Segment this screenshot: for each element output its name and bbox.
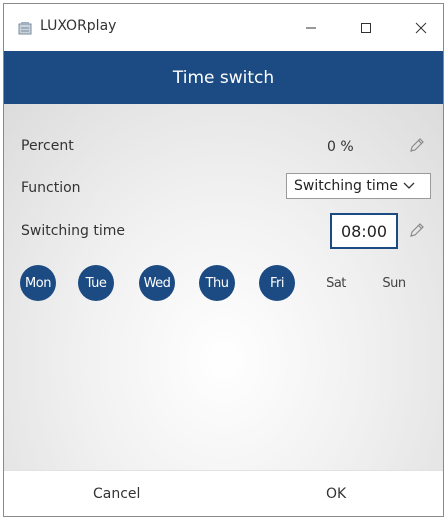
day-toggle-thu[interactable]: Thu <box>199 265 235 301</box>
day-label: Sun <box>382 275 406 291</box>
percent-label: Percent <box>21 138 74 154</box>
switching-time-field[interactable]: 08:00 <box>330 213 398 249</box>
switching-time-label: Switching time <box>21 223 126 239</box>
app-icon <box>18 20 32 35</box>
day-toggle-fri[interactable]: Fri <box>259 265 295 301</box>
function-select[interactable]: Switching time <box>286 173 431 199</box>
minimize-icon <box>306 27 316 28</box>
day-toggle-wed[interactable]: Wed <box>139 265 175 301</box>
day-toggle-tue[interactable]: Tue <box>78 265 114 301</box>
maximize-icon <box>361 22 371 33</box>
edit-percent-button[interactable] <box>408 136 426 154</box>
close-button[interactable] <box>399 4 443 51</box>
settings-panel: Percent 0 % Function Switching time Swit… <box>4 104 443 470</box>
minimize-button[interactable] <box>289 4 333 51</box>
day-label: Mon <box>25 275 51 291</box>
page-title: Time switch <box>172 67 275 88</box>
day-toggle-mon[interactable]: Mon <box>20 265 56 301</box>
chevron-down-icon <box>403 182 415 189</box>
day-label: Fri <box>270 275 285 291</box>
window-title: LUXORplay <box>40 18 117 34</box>
day-label: Tue <box>85 275 107 291</box>
title-bar: LUXORplay <box>4 4 443 51</box>
pencil-icon <box>410 138 424 152</box>
switching-time-value: 08:00 <box>340 221 388 241</box>
dialog-footer: Cancel OK <box>4 470 443 516</box>
pencil-icon <box>410 223 424 237</box>
day-label: Thu <box>205 275 229 291</box>
day-label: Sat <box>326 275 346 291</box>
ok-button[interactable]: OK <box>326 486 346 502</box>
close-icon <box>415 22 427 33</box>
day-toggle-sun[interactable]: Sun <box>376 265 412 301</box>
function-label: Function <box>21 180 81 196</box>
app-window: LUXORplay Time switch Percent 0 % Functi… <box>3 3 444 517</box>
day-label: Wed <box>143 275 171 291</box>
cancel-button[interactable]: Cancel <box>93 486 140 502</box>
function-select-value: Switching time <box>294 178 399 194</box>
percent-value: 0 % <box>327 139 354 155</box>
maximize-button[interactable] <box>344 4 388 51</box>
day-toggle-sat[interactable]: Sat <box>318 265 354 301</box>
edit-time-button[interactable] <box>408 221 426 239</box>
page-header: Time switch <box>4 51 443 104</box>
